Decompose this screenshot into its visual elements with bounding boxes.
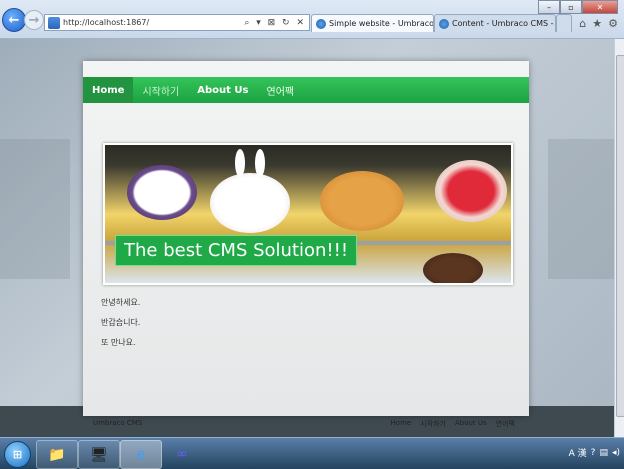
favorites-star-icon[interactable]: ★ (592, 17, 602, 30)
page-icon (48, 16, 60, 29)
tab-content-umbraco[interactable]: Content - Umbraco CMS - lo... (434, 14, 556, 32)
nav-item-about-us[interactable]: About Us (188, 77, 257, 103)
help-icon[interactable]: ? (591, 448, 596, 458)
visual-studio-icon: ∞ (176, 445, 188, 462)
home-icon[interactable]: ⌂ (579, 17, 586, 30)
banner-caption: The best CMS Solution!!! (115, 235, 358, 266)
tab-title: Content - Umbraco CMS - lo... (452, 19, 555, 28)
tab-title: Simple website - Umbraco... (329, 19, 434, 28)
vertical-scrollbar[interactable] (614, 39, 624, 437)
content-text-line: 안녕하세요. (101, 298, 141, 307)
taskbar-internet-explorer[interactable]: e (120, 440, 162, 469)
scrollbar-thumb[interactable] (616, 55, 624, 417)
cake-cheese-image (320, 171, 404, 231)
address-bar[interactable]: http://localhost:1867/ ⌕ ▾ ⊠ ↻ ✕ (44, 14, 310, 31)
footer-link-home[interactable]: Home (391, 419, 412, 429)
nav-item-salmon-pack[interactable]: 연어팩 (258, 77, 304, 103)
close-button[interactable]: ✕ (582, 0, 618, 14)
start-button[interactable]: ⊞ (4, 441, 31, 468)
nav-item-home[interactable]: Home (83, 77, 134, 103)
footer-brand: Umbraco CMS (93, 419, 143, 427)
site-container: Home 시작하기 About Us 연어팩 The best CMS Solu… (83, 61, 529, 428)
footer-link-getting-started[interactable]: 시작하기 (420, 419, 446, 429)
forward-button[interactable]: → (24, 10, 44, 30)
cake-berry-image (127, 165, 197, 220)
internet-explorer-icon: e (136, 446, 146, 463)
background-panel-left (0, 139, 70, 279)
new-tab-button[interactable] (556, 14, 572, 32)
ie-tab-icon (316, 18, 326, 29)
volume-icon[interactable]: ◂) (612, 448, 620, 458)
browser-chrome: ← → http://localhost:1867/ ⌕ ▾ ⊠ ↻ ✕ Sim… (0, 0, 624, 39)
hero-banner-image: The best CMS Solution!!! (103, 143, 513, 285)
page-viewport: Home 시작하기 About Us 연어팩 The best CMS Solu… (0, 39, 614, 437)
content-text-line: 또 만나요. (101, 338, 136, 347)
cake-bear-image (423, 253, 483, 283)
main-navigation: Home 시작하기 About Us 연어팩 (83, 77, 529, 103)
forward-arrow-icon: → (28, 12, 40, 28)
background-panel-right (548, 139, 614, 279)
server-manager-icon: 🖥 (90, 446, 108, 463)
maximize-button[interactable]: ▫ (560, 0, 582, 14)
cake-strawberry-image (435, 160, 507, 222)
system-tray: A 漢 ? ▤ ◂) (569, 446, 620, 460)
address-tools-icon[interactable]: ⌕ ▾ ⊠ ↻ ✕ (244, 18, 309, 28)
tray-input-method[interactable]: A 漢 (569, 446, 587, 459)
ie-tab-icon (439, 18, 449, 29)
bunny-ear-right-image (255, 149, 265, 177)
windows-logo-icon: ⊞ (12, 448, 23, 461)
footer-link-about-us[interactable]: About Us (455, 419, 487, 429)
taskbar-file-explorer[interactable]: 📁 (36, 440, 78, 469)
tools-gear-icon[interactable]: ⚙ (608, 17, 618, 30)
minimize-button[interactable]: – (538, 0, 560, 14)
footer-navigation: Home 시작하기 About Us 연어팩 (391, 419, 515, 429)
window-controls: – ▫ ✕ (538, 0, 618, 14)
windows-taskbar: ⊞ 📁 🖥 e ∞ A 漢 ? ▤ ◂) (0, 437, 624, 469)
network-icon[interactable]: ▤ (599, 448, 608, 458)
tab-simple-website[interactable]: Simple website - Umbraco... × (311, 14, 434, 32)
browser-toolbar-right: ⌂ ★ ⚙ (579, 17, 618, 30)
nav-item-getting-started[interactable]: 시작하기 (133, 77, 188, 103)
footer-link-salmon-pack[interactable]: 연어팩 (496, 419, 515, 429)
bunny-ear-left-image (235, 149, 245, 177)
cake-bunny-image (210, 173, 290, 233)
back-arrow-icon: ← (8, 12, 20, 28)
content-text-line: 반갑습니다. (101, 318, 141, 327)
taskbar-visual-studio[interactable]: ∞ (162, 440, 202, 467)
address-url[interactable]: http://localhost:1867/ (63, 18, 244, 27)
folder-icon: 📁 (48, 446, 66, 463)
taskbar-server-manager[interactable]: 🖥 (78, 440, 120, 469)
back-button[interactable]: ← (2, 8, 26, 32)
